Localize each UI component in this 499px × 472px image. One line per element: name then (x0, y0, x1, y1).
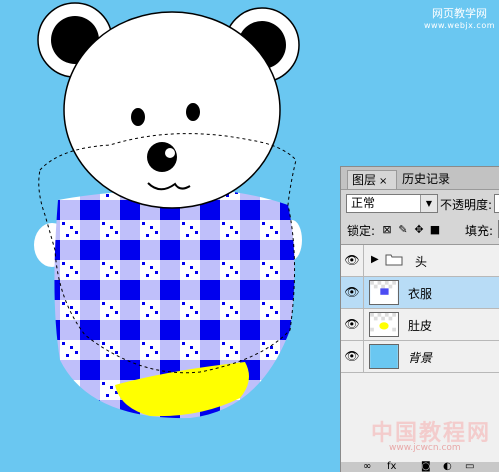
lock-paint-icon[interactable]: ✎ (397, 223, 409, 236)
layer-name: 衣服 (408, 287, 433, 301)
opacity-label: 不透明度: (440, 198, 493, 212)
left-eye (131, 108, 145, 126)
layer-belly[interactable]: 👁 肚皮 (341, 309, 499, 341)
layer-name: 肚皮 (408, 319, 433, 333)
layer-clothes[interactable]: 👁 衣服 (341, 277, 499, 309)
layer-thumbnail (369, 344, 399, 369)
blend-mode-select[interactable]: 正常 ▼ (346, 194, 438, 213)
panel-tabs: 图层 × 历史记录 (341, 167, 499, 190)
layer-group-head[interactable]: 👁 ▶ 头 (341, 245, 499, 277)
watermark-url: www.webjx.com (423, 21, 496, 30)
watermark-top: 网页教学网 www.webjx.com (420, 8, 499, 32)
layer-name: 背景 (408, 351, 433, 365)
expand-triangle-icon[interactable]: ▶ (371, 254, 379, 265)
folder-icon (385, 254, 403, 266)
tab-history[interactable]: 历史记录 (398, 170, 454, 189)
eye-icon[interactable]: 👁 (341, 341, 364, 372)
tab-layers-label: 图层 (352, 173, 377, 187)
eye-icon[interactable]: 👁 (341, 309, 364, 340)
layers-panel: 图层 × 历史记录 正常 ▼ 不透明度: 锁定: ⊠ ✎ ✥ ■ 填充: 👁 ▶ … (340, 166, 499, 472)
tab-history-label: 历史记录 (402, 172, 451, 186)
layer-thumbnail (369, 312, 399, 337)
layer-thumbnail (369, 280, 399, 305)
close-icon[interactable]: × (379, 176, 387, 187)
right-eye (186, 103, 200, 121)
opacity-input[interactable] (494, 194, 499, 213)
layer-background[interactable]: 👁 背景 (341, 341, 499, 373)
lock-row: 锁定: ⊠ ✎ ✥ ■ 填充: (345, 220, 499, 240)
lock-all-icon[interactable]: ■ (429, 223, 441, 236)
tab-layers[interactable]: 图层 × (347, 170, 397, 189)
bear-head (63, 11, 281, 209)
fill-label: 填充: (465, 224, 494, 238)
watermark-title: 网页教学网 (432, 7, 487, 20)
lock-move-icon[interactable]: ✥ (413, 223, 425, 236)
chevron-down-icon[interactable]: ▼ (420, 195, 437, 212)
blend-mode-value: 正常 (351, 196, 376, 210)
lock-transparent-icon[interactable]: ⊠ (381, 223, 393, 236)
eye-icon[interactable]: 👁 (341, 245, 364, 276)
shirt-body (34, 189, 302, 419)
layer-name: 头 (415, 255, 428, 269)
lock-label: 锁定: (347, 224, 376, 238)
watermark-bottom-url: www.jcwcn.com (389, 443, 461, 453)
eye-icon[interactable]: 👁 (341, 277, 364, 308)
